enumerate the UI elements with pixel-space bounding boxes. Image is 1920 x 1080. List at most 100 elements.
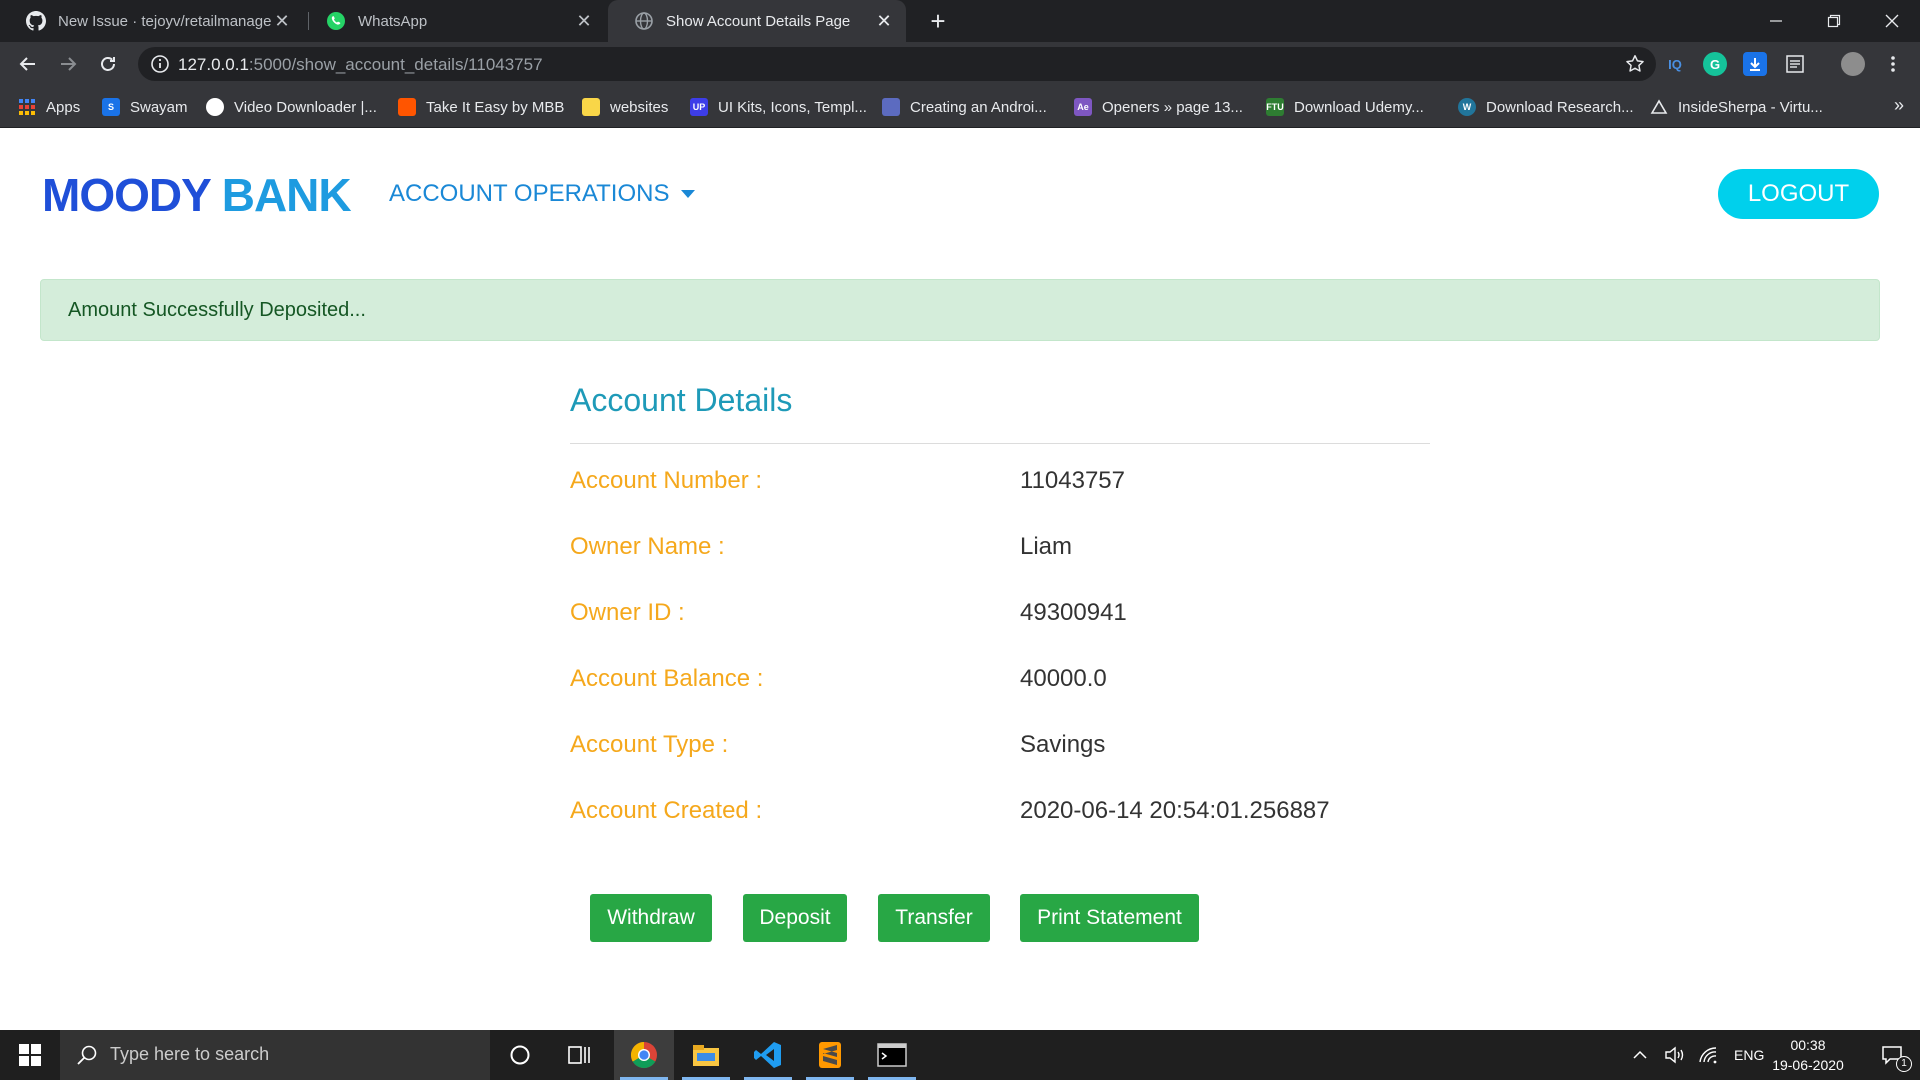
vscode-icon xyxy=(754,1042,781,1068)
bookmarks-overflow-button[interactable]: » xyxy=(1894,95,1904,116)
bookmark-download-research[interactable]: W Download Research... xyxy=(1458,97,1634,117)
info-icon[interactable] xyxy=(150,54,170,74)
transfer-button[interactable]: Transfer xyxy=(878,894,990,942)
account-balance-label: Account Balance : xyxy=(570,665,764,692)
tab-close-icon[interactable]: ✕ xyxy=(272,11,292,32)
title-divider xyxy=(570,443,1430,444)
chrome-icon xyxy=(630,1041,657,1069)
page-title: Account Details xyxy=(570,382,793,418)
taskbar-sublime-text[interactable] xyxy=(800,1030,860,1080)
page-content: MOODY BANK ACCOUNT OPERATIONS LOGOUT Amo… xyxy=(0,128,1920,1030)
taskbar-vscode[interactable] xyxy=(738,1030,798,1080)
wifi-icon[interactable] xyxy=(1698,1046,1718,1064)
bookmark-ui-kits[interactable]: UP UI Kits, Icons, Templ... xyxy=(690,97,867,117)
download-extension-icon[interactable] xyxy=(1743,52,1767,76)
tab-show-account-details[interactable]: Show Account Details Page ✕ xyxy=(608,0,906,42)
profile-avatar-icon[interactable] xyxy=(1841,52,1865,76)
reader-icon xyxy=(1786,55,1804,73)
bookmark-label: Download Research... xyxy=(1486,98,1634,116)
bookmark-download-udemy[interactable]: FTU Download Udemy... xyxy=(1266,97,1424,117)
restore-icon xyxy=(1827,14,1841,28)
cortana-button[interactable] xyxy=(490,1030,550,1080)
wordpress-icon: W xyxy=(1458,98,1476,116)
tab-github-new-issue[interactable]: New Issue · tejoyv/retailmanagem ✕ xyxy=(0,0,304,42)
bookmark-insidesherpa[interactable]: InsideSherpa - Virtu... xyxy=(1650,97,1823,117)
taskbar-file-explorer[interactable] xyxy=(676,1030,736,1080)
url-path: :5000/show_account_details/11043757 xyxy=(248,55,543,74)
success-alert: Amount Successfully Deposited... xyxy=(40,279,1880,341)
folder-icon xyxy=(582,98,600,116)
android-dev-icon xyxy=(882,98,900,116)
task-view-button[interactable] xyxy=(550,1030,610,1080)
logout-button[interactable]: LOGOUT xyxy=(1718,169,1879,219)
bookmarks-bar: Apps S Swayam Video Downloader |... Take… xyxy=(0,86,1920,128)
taskbar-clock[interactable]: 00:38 19-06-2020 xyxy=(1760,1035,1856,1075)
bookmark-websites[interactable]: websites xyxy=(582,97,668,117)
windows-taskbar: Type here to search ENG 00:38 19-06-2020… xyxy=(0,1030,1920,1080)
browser-tab-strip: New Issue · tejoyv/retailmanagem ✕ Whats… xyxy=(0,0,1920,42)
new-tab-button[interactable]: + xyxy=(922,5,954,37)
tab-close-icon[interactable]: ✕ xyxy=(574,11,594,32)
tab-close-icon[interactable]: ✕ xyxy=(874,11,894,32)
extension-iq-icon[interactable]: IQ xyxy=(1663,52,1687,76)
print-statement-button[interactable]: Print Statement xyxy=(1020,894,1199,942)
tab-whatsapp[interactable]: WhatsApp ✕ xyxy=(300,0,606,42)
bookmark-label: Download Udemy... xyxy=(1294,98,1424,116)
reload-icon xyxy=(101,57,115,71)
bookmark-star-icon[interactable] xyxy=(1624,53,1646,75)
account-operations-dropdown[interactable]: ACCOUNT OPERATIONS xyxy=(389,180,696,208)
brand-part2: BANK xyxy=(221,169,352,221)
reload-button[interactable] xyxy=(92,48,124,80)
bookmark-openers[interactable]: Ae Openers » page 13... xyxy=(1074,97,1243,117)
bookmark-creating-android[interactable]: Creating an Androi... xyxy=(882,97,1047,117)
minimize-window-button[interactable] xyxy=(1748,0,1804,42)
clock-date: 19-06-2020 xyxy=(1772,1057,1844,1073)
taskbar-chrome[interactable] xyxy=(614,1030,674,1080)
restore-window-button[interactable] xyxy=(1806,0,1862,42)
account-number-value: 11043757 xyxy=(1020,467,1125,494)
chrome-menu-button[interactable] xyxy=(1881,52,1905,76)
close-window-button[interactable] xyxy=(1864,0,1920,42)
windows-logo-icon xyxy=(19,1044,41,1066)
more-vertical-icon xyxy=(1891,56,1895,72)
globe-icon xyxy=(635,12,653,30)
close-icon xyxy=(1885,14,1899,28)
search-placeholder: Type here to search xyxy=(110,1044,270,1064)
bookmark-label: Take It Easy by MBB xyxy=(426,98,565,116)
bookmark-video-downloader[interactable]: Video Downloader |... xyxy=(206,97,377,117)
bookmark-take-it-easy[interactable]: Take It Easy by MBB xyxy=(398,97,564,117)
bookmark-label: Video Downloader |... xyxy=(234,98,377,116)
url-text[interactable]: 127.0.0.1:5000/show_account_details/1104… xyxy=(178,55,543,75)
taskbar-terminal[interactable] xyxy=(862,1030,922,1080)
sublime-text-icon xyxy=(819,1042,841,1068)
action-center-button[interactable]: 1 xyxy=(1864,1030,1920,1080)
account-number-label: Account Number : xyxy=(570,467,763,494)
brand-logo[interactable]: MOODY BANK xyxy=(42,168,352,222)
start-button[interactable] xyxy=(0,1030,60,1080)
taskbar-search-box[interactable]: Type here to search xyxy=(60,1030,490,1080)
address-bar[interactable]: 127.0.0.1:5000/show_account_details/1104… xyxy=(138,47,1656,81)
chevron-up-icon[interactable] xyxy=(1632,1047,1648,1063)
bookmark-label: Openers » page 13... xyxy=(1102,98,1243,116)
volume-icon[interactable] xyxy=(1664,1046,1686,1064)
account-created-label: Account Created : xyxy=(570,797,763,824)
notification-count-badge: 1 xyxy=(1896,1056,1912,1072)
withdraw-button[interactable]: Withdraw xyxy=(590,894,712,942)
brand-part1: MOODY xyxy=(42,169,211,221)
whatsapp-icon xyxy=(327,12,345,30)
uplabs-icon: UP xyxy=(690,98,708,116)
reader-extension-icon[interactable] xyxy=(1783,52,1807,76)
grammarly-icon[interactable]: G xyxy=(1703,52,1727,76)
owner-id-value: 49300941 xyxy=(1020,599,1127,626)
owner-id-label: Owner ID : xyxy=(570,599,685,626)
forward-button[interactable] xyxy=(52,48,84,80)
bookmark-swayam[interactable]: S Swayam xyxy=(102,97,188,117)
terminal-icon xyxy=(877,1043,907,1067)
back-button[interactable] xyxy=(12,48,44,80)
tab-title: New Issue · tejoyv/retailmanagem xyxy=(58,12,272,30)
bookmark-label: websites xyxy=(610,98,669,116)
bookmark-label: Apps xyxy=(46,98,81,116)
bookmark-apps[interactable]: Apps xyxy=(18,97,80,117)
bookmark-label: Creating an Androi... xyxy=(910,98,1047,116)
deposit-button[interactable]: Deposit xyxy=(743,894,847,942)
